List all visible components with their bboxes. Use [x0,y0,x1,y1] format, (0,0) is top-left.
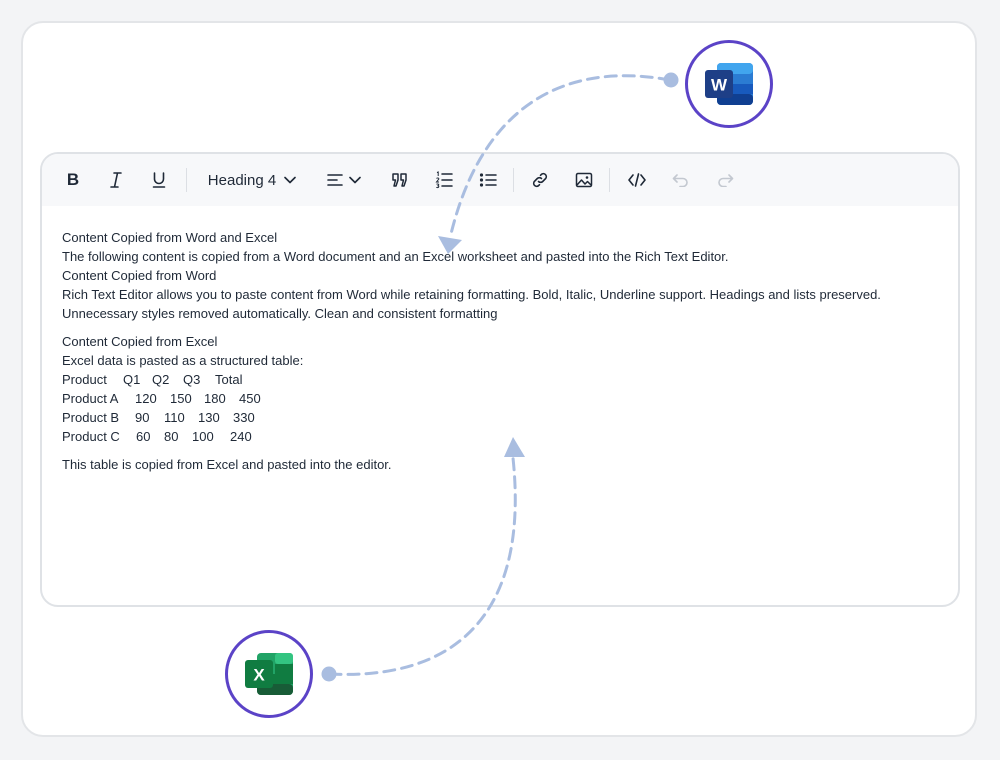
table-cell: 450 [239,391,261,406]
word-app-badge: W [685,40,773,128]
table-header-cell: Q2 [152,372,170,387]
table-header-cell: Q3 [183,372,201,387]
bold-label: B [66,170,80,189]
quote-icon [392,173,407,187]
toolbar-separator [609,168,610,192]
table-cell: 90 [135,410,150,425]
table-header-cell: Q1 [123,372,141,387]
numbered-list-button[interactable] [432,166,456,194]
pasted-table: Product Q1 Q2 Q3 Total Product A 120 150… [62,370,938,446]
insert-link-button[interactable] [528,166,552,194]
image-icon [575,172,593,188]
table-cell: 120 [135,391,157,406]
chevron-down-icon [349,176,361,184]
table-header-row: Product Q1 Q2 Q3 Total [62,370,938,389]
numbered-list-icon [435,171,453,189]
content-title: Content Copied from Word and Excel [62,230,278,245]
alignment-dropdown[interactable] [324,166,364,194]
bold-button[interactable]: B [62,166,84,194]
link-icon [532,172,548,188]
align-left-icon [327,174,343,186]
table-cell: 130 [198,410,220,425]
microsoft-word-icon: W [705,63,753,105]
redo-button[interactable] [713,166,737,194]
redo-icon [718,174,734,187]
table-cell: 180 [204,391,226,406]
insert-image-button[interactable] [572,166,596,194]
table-header-cell: Product [62,372,107,387]
excel-section-intro: Excel data is pasted as a structured tab… [62,353,304,368]
table-cell: 100 [192,429,214,444]
underline-icon [152,172,166,188]
table-cell: Product C [62,429,120,444]
table-row: Product B 90 110 130 330 [62,408,938,427]
undo-button[interactable] [669,166,693,194]
bulleted-list-button[interactable] [476,166,500,194]
italic-button[interactable] [105,166,127,194]
table-cell: 330 [233,410,255,425]
bulleted-list-icon [479,173,497,187]
chevron-down-icon [284,176,296,184]
editor-content-area[interactable]: Content Copied from Word and Excel The f… [62,228,938,474]
excel-app-badge: X [225,630,313,718]
table-cell: 150 [170,391,192,406]
word-icon-letter: W [711,76,728,95]
heading-format-value: Heading 4 [207,171,277,189]
table-row: Product C 60 80 100 240 [62,427,938,446]
word-section-text: Rich Text Editor allows you to paste con… [62,287,881,302]
word-section-heading: Content Copied from Word [62,268,217,283]
heading-format-dropdown[interactable]: Heading 4 [204,166,300,194]
blockquote-button[interactable] [388,166,412,194]
table-cell: 60 [136,429,151,444]
table-cell: 110 [164,410,185,425]
table-footer-note: This table is copied from Excel and past… [62,457,392,472]
editor-toolbar: B Heading 4 [42,154,958,206]
table-cell: 240 [230,429,252,444]
rich-text-editor: B Heading 4 Content Copied from Word and… [40,152,960,607]
content-intro: The following content is copied from a W… [62,249,729,264]
table-cell: 80 [164,429,179,444]
source-code-button[interactable] [625,166,649,194]
table-row: Product A 120 150 180 450 [62,389,938,408]
toolbar-separator [186,168,187,192]
excel-section-heading: Content Copied from Excel [62,334,218,349]
microsoft-excel-icon: X [245,653,293,695]
word-section-text: Unnecessary styles removed automatically… [62,306,498,321]
excel-icon-letter: X [253,666,265,685]
table-cell: Product B [62,410,120,425]
underline-button[interactable] [148,166,170,194]
code-view-icon [628,173,646,187]
table-cell: Product A [62,391,119,406]
toolbar-separator [513,168,514,192]
table-header-cell: Total [215,372,243,387]
undo-icon [672,174,688,187]
italic-icon [110,172,122,188]
